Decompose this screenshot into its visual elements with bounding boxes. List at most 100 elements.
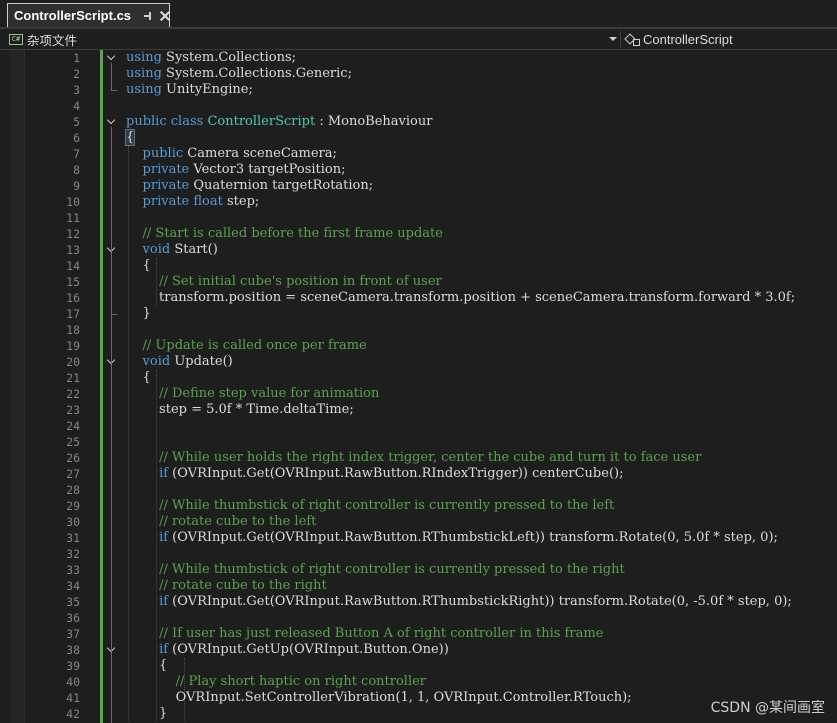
code-line[interactable]: private Quaternion targetRotation; bbox=[126, 178, 837, 194]
type-dropdown[interactable]: ControllerScript bbox=[625, 29, 837, 49]
code-editor[interactable]: 1 2 3 4 5 6 7 8 9 10 11 12 13 14 15 16 17 18 19 20 21 22 23 24 2… bbox=[0, 50, 837, 723]
code-line[interactable]: private Vector3 targetPosition; bbox=[126, 162, 837, 178]
dropdown-arrow-icon[interactable] bbox=[609, 37, 617, 41]
code-token: float bbox=[193, 194, 223, 209]
code-line[interactable]: // Start is called before the first fram… bbox=[126, 226, 837, 242]
code-line[interactable] bbox=[126, 322, 837, 338]
code-line[interactable]: } bbox=[126, 306, 837, 322]
code-token: // rotate cube to the left bbox=[159, 514, 317, 529]
code-line[interactable] bbox=[126, 610, 837, 626]
outlining-margin bbox=[104, 50, 120, 723]
pin-icon[interactable] bbox=[143, 10, 152, 22]
line-number: 17 bbox=[66, 307, 80, 321]
code-token: (OVRInput.Get(OVRInput.RawButton.RIndexT… bbox=[168, 466, 624, 481]
fold-range-end bbox=[111, 314, 117, 315]
line-number: 11 bbox=[66, 211, 80, 225]
code-line[interactable]: // Update is called once per frame bbox=[126, 338, 837, 354]
code-text-area[interactable]: using System.Collections; using System.Co… bbox=[124, 50, 837, 722]
code-token: // If user has just released Button A of… bbox=[159, 626, 604, 641]
line-number: 10 bbox=[66, 195, 80, 209]
code-line[interactable]: { bbox=[124, 129, 837, 146]
line-number: 20 bbox=[66, 355, 80, 369]
code-line[interactable]: if (OVRInput.GetUp(OVRInput.Button.One)) bbox=[126, 642, 837, 658]
code-token: ControllerScript bbox=[207, 114, 316, 129]
line-number: 6 bbox=[73, 131, 80, 145]
code-line[interactable] bbox=[126, 546, 837, 562]
code-line[interactable] bbox=[126, 482, 837, 498]
code-line[interactable]: // Define step value for animation bbox=[126, 386, 837, 402]
code-line[interactable]: using UnityEngine; bbox=[126, 82, 837, 98]
code-line[interactable]: { bbox=[126, 370, 837, 386]
code-token: { bbox=[124, 129, 136, 146]
line-number: 31 bbox=[66, 531, 80, 545]
code-line[interactable]: // While user holds the right index trig… bbox=[126, 450, 837, 466]
code-line[interactable]: using System.Collections; bbox=[126, 50, 837, 66]
line-number: 18 bbox=[66, 323, 80, 337]
code-token: Vector3 targetPosition; bbox=[189, 162, 346, 177]
code-line[interactable]: if (OVRInput.Get(OVRInput.RawButton.RThu… bbox=[126, 530, 837, 546]
fold-range-line bbox=[111, 63, 112, 90]
code-line[interactable]: public Camera sceneCamera; bbox=[126, 146, 837, 162]
code-token: System.Collections.Generic; bbox=[161, 66, 352, 81]
line-number: 12 bbox=[66, 227, 80, 241]
code-line[interactable]: if (OVRInput.Get(OVRInput.RawButton.RThu… bbox=[126, 594, 837, 610]
code-line[interactable]: // If user has just released Button A of… bbox=[126, 626, 837, 642]
line-number: 30 bbox=[66, 515, 80, 529]
code-line[interactable]: // Set initial cube's position in front … bbox=[126, 274, 837, 290]
code-line[interactable]: void Update() bbox=[126, 354, 837, 370]
code-line[interactable]: // rotate cube to the left bbox=[126, 514, 837, 530]
code-line[interactable] bbox=[126, 434, 837, 450]
code-token: (OVRInput.Get(OVRInput.RawButton.RThumbs… bbox=[168, 594, 792, 609]
code-line[interactable]: // Play short haptic on right controller bbox=[126, 674, 837, 690]
code-token: // Define step value for animation bbox=[159, 386, 380, 401]
code-line[interactable] bbox=[126, 418, 837, 434]
code-line[interactable]: using System.Collections.Generic; bbox=[126, 66, 837, 82]
tab-controllerscript[interactable]: ControllerScript.cs bbox=[7, 3, 170, 27]
line-number: 26 bbox=[66, 451, 80, 465]
code-line[interactable]: { bbox=[126, 658, 837, 674]
line-number-gutter: 1 2 3 4 5 6 7 8 9 10 11 12 13 14 15 16 17 18 19 20 21 22 23 24 2… bbox=[24, 50, 80, 722]
code-line[interactable]: if (OVRInput.Get(OVRInput.RawButton.RInd… bbox=[126, 466, 837, 482]
code-token: step = 5.0f * Time.deltaTime; bbox=[126, 402, 354, 417]
line-number: 21 bbox=[66, 371, 80, 385]
fold-range-line bbox=[111, 367, 112, 723]
project-dropdown[interactable]: C# 杂项文件 bbox=[9, 29, 620, 49]
code-line[interactable]: public class ControllerScript : MonoBeha… bbox=[126, 114, 837, 130]
line-number: 24 bbox=[66, 419, 80, 433]
code-token: Camera sceneCamera; bbox=[183, 146, 337, 161]
code-line[interactable]: transform.position = sceneCamera.transfo… bbox=[126, 290, 837, 306]
csharp-file-icon: C# bbox=[9, 33, 23, 45]
code-line[interactable]: private float step; bbox=[126, 194, 837, 210]
fold-chevron-icon[interactable] bbox=[106, 115, 116, 125]
line-number: 34 bbox=[66, 579, 80, 593]
class-member-icon bbox=[625, 33, 640, 46]
code-line[interactable]: { bbox=[126, 258, 837, 274]
fold-chevron-icon[interactable] bbox=[106, 51, 116, 61]
code-line[interactable]: // While thumbstick of right controller … bbox=[126, 562, 837, 578]
code-line[interactable]: step = 5.0f * Time.deltaTime; bbox=[126, 402, 837, 418]
code-token: (OVRInput.Get(OVRInput.RawButton.RThumbs… bbox=[168, 530, 778, 545]
code-token: private bbox=[142, 194, 190, 209]
code-line[interactable]: void Start() bbox=[126, 242, 837, 258]
fold-range-end bbox=[111, 90, 117, 91]
code-line[interactable] bbox=[126, 98, 837, 114]
code-line[interactable]: // rotate cube to the right bbox=[126, 578, 837, 594]
line-number: 5 bbox=[73, 115, 80, 129]
code-line[interactable] bbox=[126, 210, 837, 226]
code-line[interactable]: // While thumbstick of right controller … bbox=[126, 498, 837, 514]
close-icon[interactable] bbox=[159, 10, 169, 22]
code-token: // While thumbstick of right controller … bbox=[159, 562, 625, 577]
code-token: // Play short haptic on right controller bbox=[175, 674, 427, 689]
line-number: 9 bbox=[73, 179, 80, 193]
code-token: step; bbox=[222, 194, 260, 209]
